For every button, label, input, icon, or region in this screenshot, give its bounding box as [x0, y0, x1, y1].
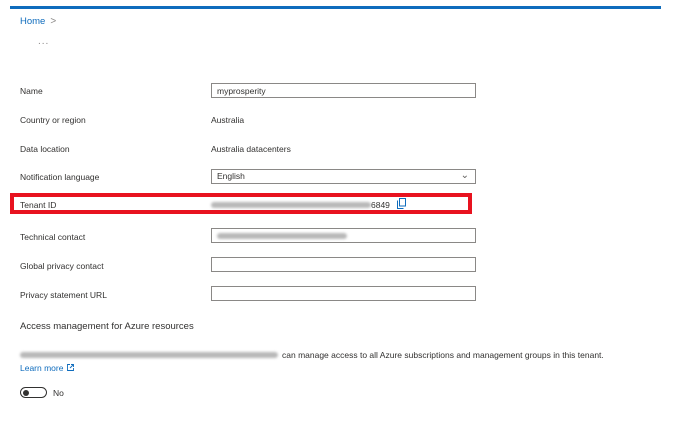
data-location-label: Data location — [20, 144, 70, 154]
notification-language-select[interactable]: English ⌄ — [211, 169, 476, 184]
toggle-knob — [23, 389, 29, 396]
access-description-text: can manage access to all Azure subscript… — [282, 350, 604, 360]
toggle-state-label: No — [53, 388, 64, 398]
chevron-right-icon: > — [50, 16, 57, 27]
access-management-title: Access management for Azure resources — [20, 321, 194, 332]
technical-contact-input[interactable] — [211, 228, 476, 243]
chevron-down-icon: ⌄ — [460, 170, 469, 181]
country-value: Australia — [211, 115, 245, 125]
notification-language-label: Notification language — [20, 172, 100, 182]
breadcrumb: Home > — [20, 16, 56, 27]
breadcrumb-home-link[interactable]: Home — [20, 16, 45, 27]
redacted-email — [217, 232, 347, 239]
access-management-toggle[interactable] — [20, 387, 47, 398]
name-label: Name — [20, 86, 43, 96]
global-privacy-contact-input[interactable] — [211, 257, 476, 272]
notification-language-value: English — [217, 171, 245, 181]
access-management-description: can manage access to all Azure subscript… — [20, 350, 604, 360]
more-options-button[interactable]: ... — [38, 36, 49, 47]
redacted-user — [20, 352, 278, 358]
name-input[interactable] — [211, 83, 476, 98]
global-privacy-contact-label: Global privacy contact — [20, 261, 104, 271]
top-accent-bar — [10, 6, 661, 9]
tenant-id-highlight-box — [10, 193, 472, 214]
learn-more-link[interactable]: Learn more — [20, 363, 75, 373]
external-link-icon — [67, 363, 75, 373]
privacy-statement-url-input[interactable] — [211, 286, 476, 301]
data-location-value: Australia datacenters — [211, 144, 291, 154]
privacy-statement-url-label: Privacy statement URL — [20, 290, 107, 300]
learn-more-label: Learn more — [20, 363, 64, 373]
technical-contact-label: Technical contact — [20, 232, 86, 242]
country-label: Country or region — [20, 115, 86, 125]
